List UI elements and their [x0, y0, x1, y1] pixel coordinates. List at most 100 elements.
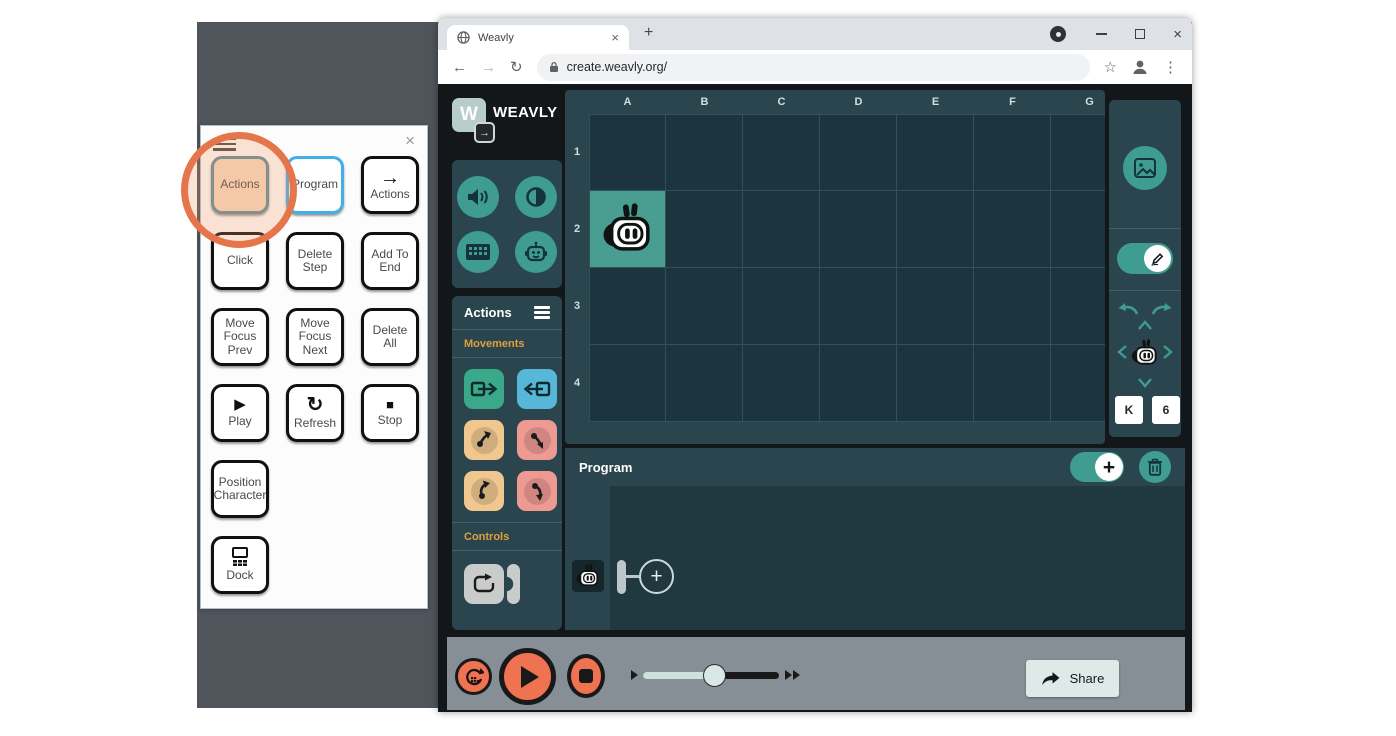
turn-left-90-block[interactable] — [464, 471, 504, 511]
browser-menu-icon[interactable]: ⋮ — [1163, 58, 1178, 76]
grid-row-label: 4 — [573, 377, 581, 389]
grid-cell-B4[interactable] — [666, 345, 743, 422]
forward-icon[interactable]: → — [481, 59, 496, 76]
grid-cell-E4[interactable] — [897, 345, 974, 422]
speed-slider-thumb[interactable] — [703, 664, 726, 687]
grid-cell-E2[interactable] — [897, 191, 974, 268]
grid-cell-G3[interactable] — [1051, 268, 1105, 345]
tab-close-icon[interactable]: × — [611, 31, 619, 44]
grid-cell-B3[interactable] — [666, 268, 743, 345]
move-focus-next-button[interactable]: Move Focus Next — [286, 308, 344, 366]
window-close-button[interactable]: × — [1173, 27, 1182, 42]
program-button[interactable]: Program — [286, 156, 344, 214]
share-label: Share — [1069, 671, 1105, 686]
share-button[interactable]: Share — [1026, 660, 1119, 697]
grid-cell-A2[interactable] — [589, 191, 666, 268]
program-character-thumbnail[interactable] — [572, 560, 604, 592]
move-focus-prev-button[interactable]: Move Focus Prev — [211, 308, 269, 366]
grid-cell-G2[interactable] — [1051, 191, 1105, 268]
grid-cell-B1[interactable] — [666, 114, 743, 191]
grid-cells — [589, 114, 1105, 422]
turn-left-90-icon — [479, 480, 490, 499]
undo-icon[interactable] — [1116, 302, 1138, 315]
key-button-6[interactable]: 6 — [1152, 396, 1180, 424]
stop-button-panel[interactable]: ■ Stop — [361, 384, 419, 442]
window-minimize-button[interactable] — [1096, 33, 1108, 35]
grid-cell-A4[interactable] — [589, 345, 666, 422]
position-character-button[interactable]: Position Character — [211, 460, 269, 518]
turn-right-45-block[interactable] — [517, 420, 557, 460]
character-robot[interactable] — [600, 201, 656, 257]
play-button[interactable] — [499, 648, 556, 705]
go-to-actions-button[interactable]: → Actions — [361, 156, 419, 214]
profile-avatar-icon[interactable] — [1131, 58, 1149, 76]
delete-step-button[interactable]: Delete Step — [286, 232, 344, 290]
back-icon[interactable]: ← — [452, 59, 467, 76]
add-to-end-button[interactable]: Add To End — [361, 232, 419, 290]
character-select-button[interactable] — [515, 230, 557, 273]
grid-cell-C3[interactable] — [743, 268, 820, 345]
grid-cell-D1[interactable] — [820, 114, 897, 191]
dpad-robot-icon — [1130, 338, 1160, 368]
add-step-button[interactable]: + — [639, 559, 674, 594]
grid-cell-D4[interactable] — [820, 345, 897, 422]
theme-contrast-button[interactable] — [515, 175, 557, 218]
add-node-toggle[interactable]: + — [1070, 452, 1124, 482]
chevron-down-icon[interactable] — [1137, 378, 1153, 388]
draw-path-toggle[interactable] — [1117, 243, 1173, 274]
grid-cell-B2[interactable] — [666, 191, 743, 268]
grid-cell-C4[interactable] — [743, 345, 820, 422]
window-maximize-button[interactable] — [1135, 29, 1146, 39]
grid-cell-E3[interactable] — [897, 268, 974, 345]
delete-all-button[interactable]: Delete All — [361, 308, 419, 366]
grid-cell-F2[interactable] — [974, 191, 1051, 268]
chevron-left-icon[interactable] — [1117, 344, 1127, 360]
delete-mode-button[interactable] — [1139, 451, 1171, 483]
stop-button[interactable] — [567, 654, 605, 698]
bookmark-star-icon[interactable]: ☆ — [1104, 58, 1117, 76]
key-button-k[interactable]: K — [1115, 396, 1143, 424]
grid-cell-G1[interactable] — [1051, 114, 1105, 191]
panel-close-icon[interactable]: × — [405, 132, 415, 149]
loop-end-block[interactable] — [507, 564, 520, 604]
turn-left-45-block[interactable] — [464, 420, 504, 460]
chevron-up-icon[interactable] — [1137, 320, 1153, 330]
trash-icon — [1148, 458, 1162, 476]
loop-block[interactable] — [464, 564, 504, 604]
extension-badge-icon[interactable] — [1050, 26, 1066, 42]
reload-icon[interactable]: ↻ — [510, 58, 523, 76]
move-backward-block[interactable] — [517, 369, 557, 409]
robot-face-icon — [525, 241, 547, 261]
dock-button[interactable]: Dock — [211, 536, 269, 594]
grid-cell-D3[interactable] — [820, 268, 897, 345]
grid-cell-C1[interactable] — [743, 114, 820, 191]
grid-cell-F1[interactable] — [974, 114, 1051, 191]
movements-section-label: Movements — [452, 330, 562, 358]
chevron-right-icon[interactable] — [1163, 344, 1173, 360]
turn-right-90-block[interactable] — [517, 471, 557, 511]
grid-cell-E1[interactable] — [897, 114, 974, 191]
move-forward-block[interactable] — [464, 369, 504, 409]
background-image-button[interactable] — [1123, 146, 1167, 190]
actions-panel-menu-icon[interactable] — [534, 304, 550, 322]
grid-cell-F4[interactable] — [974, 345, 1051, 422]
grid-cell-G4[interactable] — [1051, 345, 1105, 422]
grid-cell-A1[interactable] — [589, 114, 666, 191]
play-button-panel[interactable]: ▶ Play — [211, 384, 269, 442]
grid-cell-A3[interactable] — [589, 268, 666, 345]
grid-cell-C2[interactable] — [743, 191, 820, 268]
refresh-button-panel[interactable]: ↻ Refresh — [286, 384, 344, 442]
click-button[interactable]: Click — [211, 232, 269, 290]
keyboard-shortcuts-button[interactable] — [457, 230, 499, 273]
replay-button[interactable] — [455, 658, 492, 695]
grid-cell-F3[interactable] — [974, 268, 1051, 345]
grid-cell-D2[interactable] — [820, 191, 897, 268]
url-omnibox[interactable]: create.weavly.org/ — [536, 53, 1090, 81]
new-tab-button[interactable]: + — [644, 24, 653, 42]
panel-menu-icon[interactable] — [213, 135, 236, 153]
actions-button[interactable]: Actions — [211, 156, 269, 214]
redo-icon[interactable] — [1152, 302, 1174, 315]
browser-tab[interactable]: Weavly × — [447, 25, 629, 50]
grid-row-headers: 1 2 3 4 — [565, 114, 589, 422]
audio-feedback-button[interactable] — [457, 175, 499, 218]
